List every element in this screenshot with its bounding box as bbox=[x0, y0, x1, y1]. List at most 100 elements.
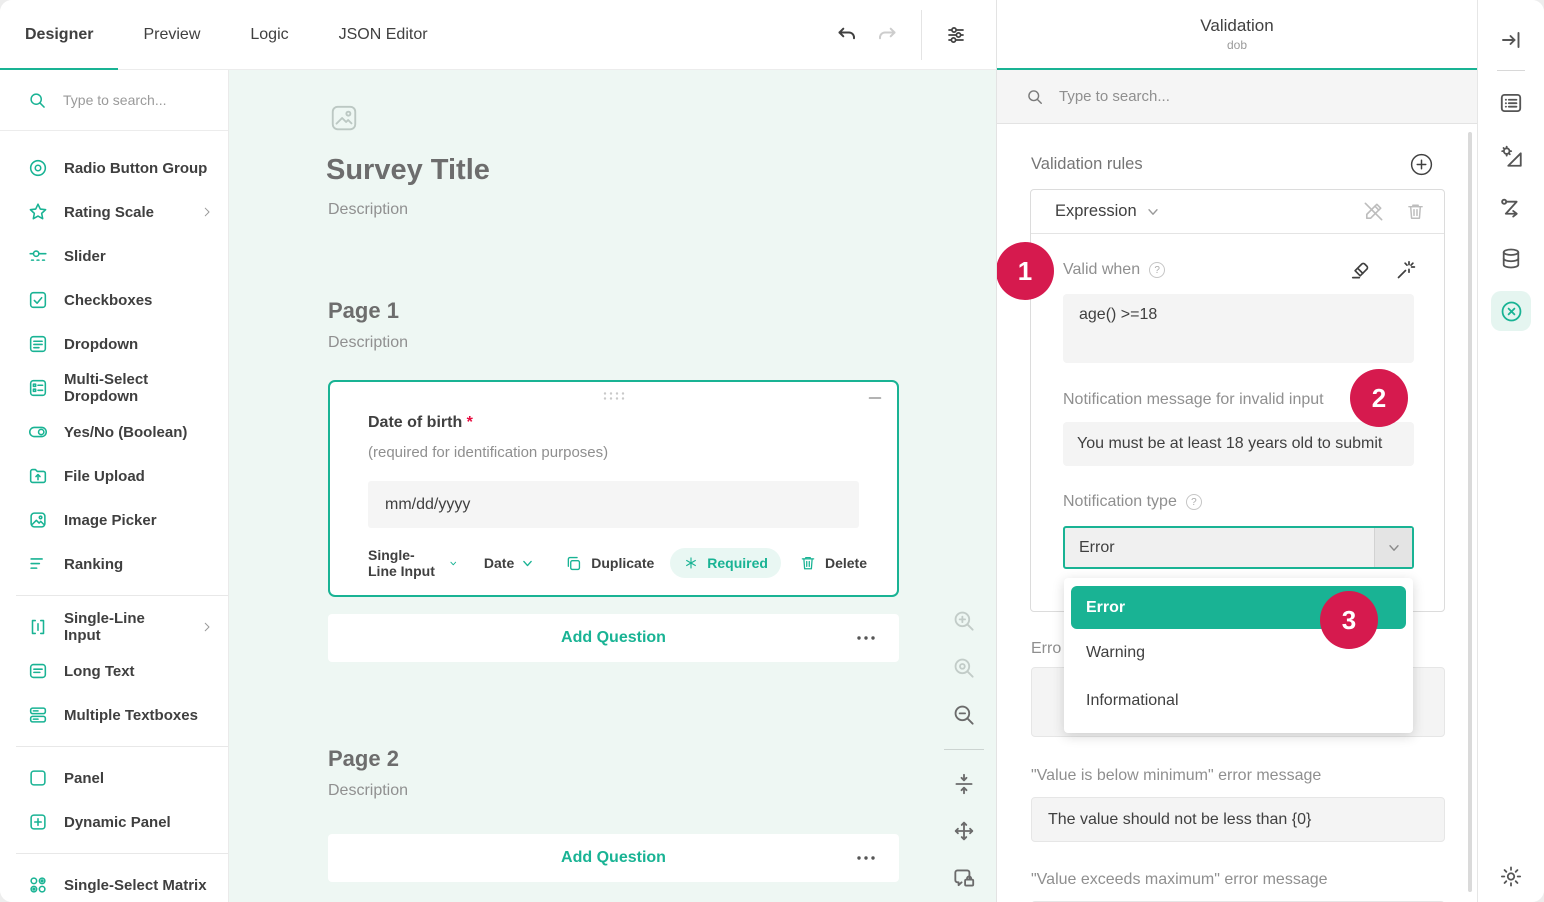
toolbox-item-dropdown[interactable]: Dropdown bbox=[0, 322, 228, 366]
toolbox-search-input[interactable] bbox=[61, 91, 201, 109]
zoom-reset-icon[interactable] bbox=[951, 655, 977, 681]
survey-title[interactable]: Survey Title bbox=[326, 154, 490, 187]
logic-flow-icon[interactable] bbox=[1498, 195, 1524, 221]
toolbox-item-ranking[interactable]: Ranking bbox=[0, 542, 228, 586]
zoombar-divider bbox=[944, 749, 984, 750]
below-minimum-input[interactable] bbox=[1031, 797, 1445, 842]
rule-header: Expression bbox=[1031, 190, 1444, 234]
toolbox-item-dynamic-panel[interactable]: Dynamic Panel bbox=[0, 800, 228, 844]
notification-message-label: Notification message for invalid input bbox=[1063, 391, 1324, 409]
canvas-zoom-toolbar bbox=[942, 608, 986, 891]
question-title[interactable]: Date of birth * bbox=[368, 414, 473, 432]
toolbox-item-slider[interactable]: Slider bbox=[0, 234, 228, 278]
question-title-text: Date of birth bbox=[368, 414, 462, 431]
checkbox-icon bbox=[27, 289, 49, 311]
panel-icon bbox=[27, 767, 49, 789]
property-panel: Validation dob Validation rules Expressi… bbox=[996, 0, 1477, 902]
toolbox-item-label: Panel bbox=[64, 770, 104, 787]
toolbox-item-multiple-textboxes[interactable]: Multiple Textboxes bbox=[0, 693, 228, 737]
add-question-button-page2[interactable]: Add Question bbox=[328, 834, 899, 882]
toolbox-search[interactable] bbox=[0, 70, 228, 131]
zoom-in-icon[interactable] bbox=[951, 608, 977, 634]
collapse-panel-icon[interactable] bbox=[1499, 28, 1523, 52]
toolbox-item-multi-select-dropdown[interactable]: Multi-Select Dropdown bbox=[0, 366, 228, 410]
undo-icon[interactable] bbox=[827, 15, 867, 55]
toolbox-item-file-upload[interactable]: File Upload bbox=[0, 454, 228, 498]
page1-title[interactable]: Page 1 bbox=[328, 298, 399, 324]
property-search-input[interactable] bbox=[1057, 87, 1357, 106]
validation-tab-icon[interactable] bbox=[1491, 291, 1531, 331]
duplicate-button[interactable]: Duplicate bbox=[564, 554, 654, 573]
toolbox-item-label: Slider bbox=[64, 248, 106, 265]
page2-description[interactable]: Description bbox=[328, 782, 408, 800]
chevron-right-icon bbox=[200, 205, 214, 219]
toolbox-item-single-line-input[interactable]: Single-Line Input bbox=[0, 605, 228, 649]
collapse-all-icon[interactable] bbox=[951, 771, 977, 797]
surface-lock-icon[interactable] bbox=[951, 865, 977, 891]
date-input[interactable] bbox=[368, 481, 859, 528]
survey-description[interactable]: Description bbox=[328, 201, 408, 219]
search-icon bbox=[27, 90, 48, 111]
tab-json-editor[interactable]: JSON Editor bbox=[314, 0, 453, 70]
rule-type-selector[interactable]: Expression bbox=[1055, 202, 1137, 221]
chevron-right-icon bbox=[200, 620, 214, 634]
magic-wand-icon[interactable] bbox=[1394, 258, 1418, 282]
matrix-icon bbox=[27, 874, 49, 896]
data-settings-icon[interactable] bbox=[1499, 246, 1524, 271]
input-type-selector[interactable]: Date bbox=[484, 555, 534, 571]
tab-designer[interactable]: Designer bbox=[0, 0, 118, 70]
asterisk-icon bbox=[683, 555, 699, 571]
panel-scrollbar[interactable] bbox=[1468, 132, 1472, 892]
annotation-badge-2: 2 bbox=[1350, 369, 1408, 427]
drag-handle-icon[interactable] bbox=[600, 391, 628, 401]
redo-icon[interactable] bbox=[867, 15, 907, 55]
chevron-down-icon[interactable] bbox=[1146, 205, 1160, 219]
add-rule-icon[interactable] bbox=[1408, 151, 1435, 178]
toolbox-item-boolean[interactable]: Yes/No (Boolean) bbox=[0, 410, 228, 454]
add-question-menu-icon[interactable] bbox=[855, 854, 877, 862]
tab-logic[interactable]: Logic bbox=[225, 0, 313, 70]
eraser-icon[interactable] bbox=[1349, 258, 1373, 282]
toolbox-item-image-picker[interactable]: Image Picker bbox=[0, 498, 228, 542]
expression-editor[interactable]: age() >=18 bbox=[1063, 294, 1414, 363]
toolbox-item-panel[interactable]: Panel bbox=[0, 756, 228, 800]
slider-icon bbox=[27, 245, 49, 267]
theme-designer-icon[interactable] bbox=[1498, 143, 1524, 169]
page1-description[interactable]: Description bbox=[328, 334, 408, 352]
delete-rule-icon[interactable] bbox=[1405, 201, 1426, 222]
add-question-button-page1[interactable]: Add Question bbox=[328, 614, 899, 662]
collapse-question-icon[interactable] bbox=[867, 390, 883, 406]
zoom-out-icon[interactable] bbox=[951, 702, 977, 728]
general-settings-icon[interactable] bbox=[1498, 90, 1524, 116]
expand-drag-icon[interactable] bbox=[951, 818, 977, 844]
annotation-badge-3: 3 bbox=[1320, 591, 1378, 649]
toolbox-item-rating-scale[interactable]: Rating Scale bbox=[0, 190, 228, 234]
question-type-selector[interactable]: Single-Line Input bbox=[368, 547, 458, 579]
delete-button[interactable]: Delete bbox=[799, 554, 867, 572]
help-icon[interactable]: ? bbox=[1149, 262, 1165, 278]
toolbox-item-label: Long Text bbox=[64, 663, 135, 680]
help-icon[interactable]: ? bbox=[1186, 494, 1202, 510]
toolbox-item-radio-button-group[interactable]: Radio Button Group bbox=[0, 146, 228, 190]
page2-title[interactable]: Page 2 bbox=[328, 746, 399, 772]
question-subtitle[interactable]: (required for identification purposes) bbox=[368, 444, 608, 461]
delete-label: Delete bbox=[825, 555, 867, 571]
required-toggle-button[interactable]: Required bbox=[670, 548, 781, 578]
survey-logo-placeholder-icon[interactable] bbox=[329, 103, 359, 133]
notification-message-input[interactable] bbox=[1063, 422, 1414, 466]
dropdown-option-informational[interactable]: Informational bbox=[1071, 677, 1406, 725]
edit-disabled-icon[interactable] bbox=[1362, 200, 1385, 223]
add-question-menu-icon[interactable] bbox=[855, 634, 877, 642]
notification-type-select[interactable]: Error bbox=[1063, 526, 1414, 569]
notification-type-label: Notification type bbox=[1063, 493, 1177, 511]
trash-icon bbox=[799, 554, 817, 572]
toolbox-item-checkboxes[interactable]: Checkboxes bbox=[0, 278, 228, 322]
toolbox-item-long-text[interactable]: Long Text bbox=[0, 649, 228, 693]
select-chevron-box[interactable] bbox=[1374, 528, 1412, 567]
gear-icon[interactable] bbox=[1499, 864, 1524, 889]
settings-sliders-icon[interactable] bbox=[936, 15, 976, 55]
tab-preview[interactable]: Preview bbox=[118, 0, 225, 70]
question-card-dob[interactable]: Date of birth * (required for identifica… bbox=[328, 380, 899, 597]
property-search[interactable] bbox=[997, 70, 1477, 124]
toolbox-item-single-select-matrix[interactable]: Single-Select Matrix bbox=[0, 863, 228, 902]
